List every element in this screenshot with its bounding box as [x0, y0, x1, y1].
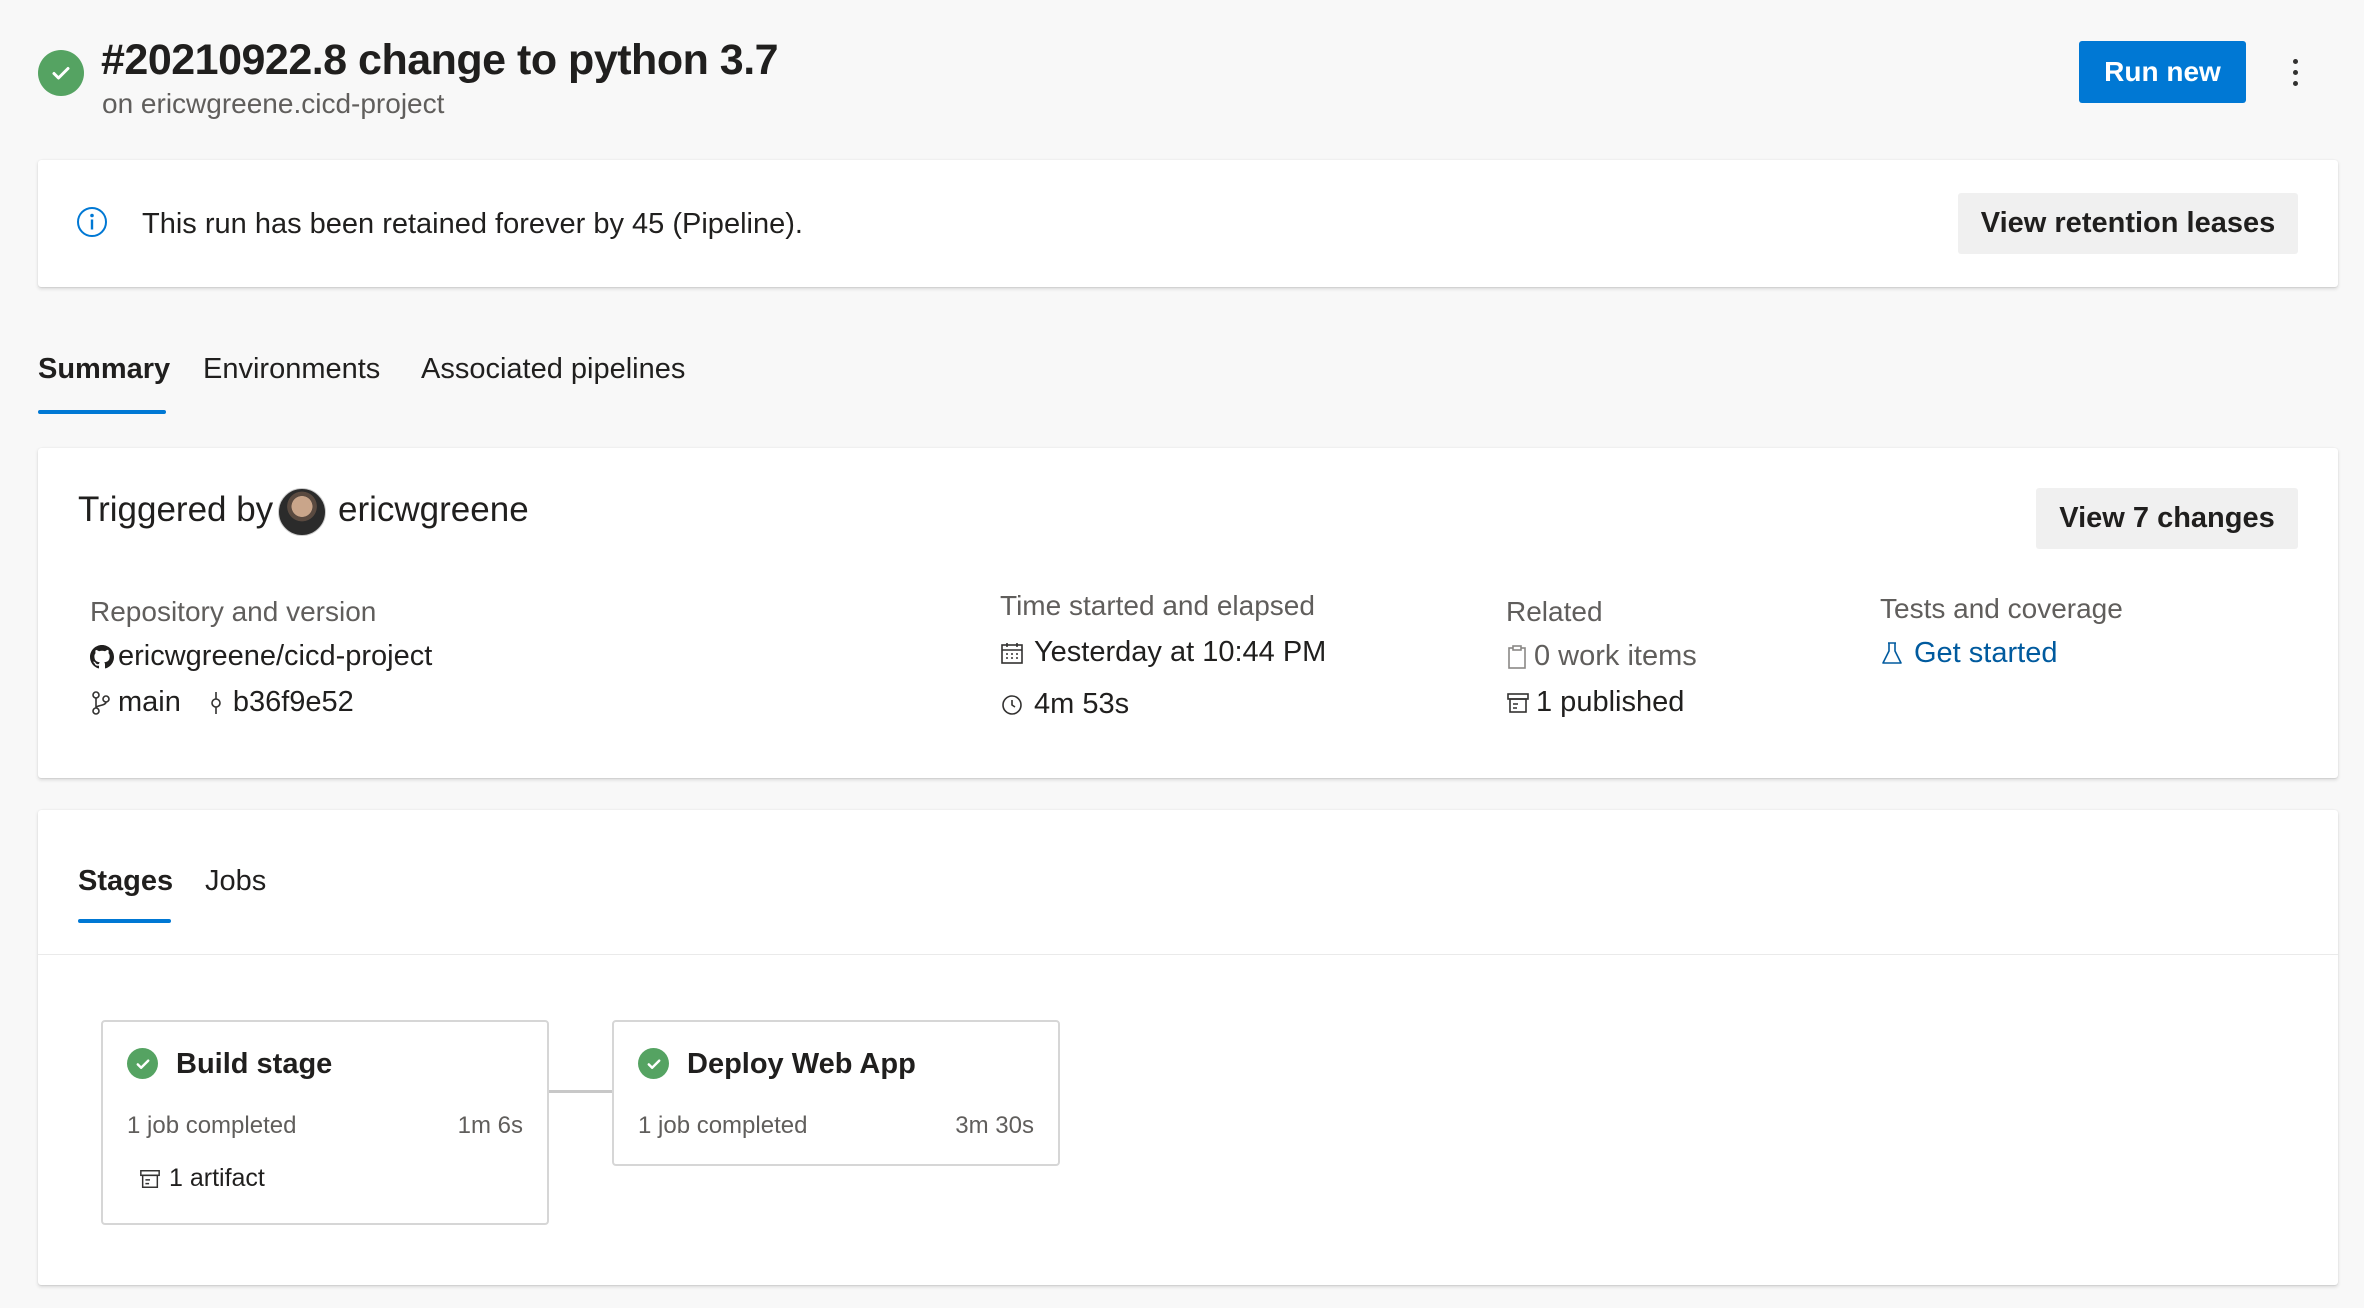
time-started: Yesterday at 10:44 PM	[1034, 636, 1327, 668]
run-new-button[interactable]: Run new	[2079, 41, 2246, 103]
work-items: 0 work items	[1534, 640, 1697, 672]
tab-environments[interactable]: Environments	[203, 353, 380, 386]
commit-icon	[209, 690, 223, 716]
stage-card-deploy[interactable]: Deploy Web App 1 job completed 3m 30s	[612, 1020, 1060, 1166]
related-label: Related	[1506, 596, 1603, 627]
calendar-icon	[1000, 641, 1024, 665]
tab-stages[interactable]: Stages	[78, 865, 173, 898]
commit-hash[interactable]: b36f9e52	[233, 686, 354, 719]
stage-success-icon	[127, 1048, 158, 1079]
time-elapsed-row: 4m 53s	[1000, 688, 1129, 721]
artifact-icon	[1506, 691, 1530, 715]
stage-jobs: 1 job completed	[638, 1112, 808, 1139]
stage-duration: 1m 6s	[457, 1112, 523, 1139]
stage-duration: 3m 30s	[955, 1112, 1034, 1139]
stage-jobs: 1 job completed	[127, 1112, 297, 1139]
tests-row[interactable]: Get started	[1880, 637, 2057, 670]
repository-link[interactable]: ericwgreene/cicd-project	[118, 640, 432, 673]
retention-banner: This run has been retained forever by 45…	[38, 160, 2338, 287]
work-items-row: 0 work items	[1506, 640, 1697, 673]
github-icon	[90, 644, 114, 669]
view-changes-button[interactable]: View 7 changes	[2036, 488, 2298, 549]
more-actions-icon[interactable]	[2280, 50, 2310, 94]
tab-summary[interactable]: Summary	[38, 353, 170, 386]
stage-artifact-row[interactable]: 1 artifact	[139, 1164, 265, 1193]
branch-row: main b36f9e52	[90, 686, 354, 719]
branch-icon	[90, 690, 112, 716]
time-elapsed: 4m 53s	[1034, 688, 1130, 720]
published-link[interactable]: 1 published	[1536, 686, 1684, 719]
tests-label: Tests and coverage	[1880, 593, 2123, 624]
clipboard-icon	[1506, 644, 1528, 670]
published-row: 1 published	[1506, 686, 1684, 719]
stage-artifact: 1 artifact	[169, 1164, 265, 1192]
repository-label: Repository and version	[90, 596, 377, 627]
run-status-success-icon	[38, 50, 84, 96]
repository-row: ericwgreene/cicd-project	[90, 640, 432, 673]
run-title: #20210922.8 change to python 3.7	[101, 36, 779, 84]
stages-divider	[38, 954, 2338, 955]
artifact-icon	[139, 1168, 161, 1190]
branch-name[interactable]: main	[118, 686, 181, 719]
time-started-row: Yesterday at 10:44 PM	[1000, 636, 1326, 669]
tab-summary-underline	[38, 410, 166, 414]
tab-jobs[interactable]: Jobs	[205, 865, 266, 898]
run-subtitle[interactable]: on ericwgreene.cicd-project	[102, 88, 444, 120]
stage-name: Build stage	[176, 1048, 333, 1080]
clock-icon	[1000, 693, 1024, 717]
triggered-by-label: Triggered by	[78, 490, 274, 529]
summary-card: Triggered by ericwgreene View 7 changes …	[38, 448, 2338, 778]
view-retention-leases-button[interactable]: View retention leases	[1958, 193, 2298, 254]
tab-stages-underline	[78, 919, 171, 923]
get-started-link[interactable]: Get started	[1914, 637, 2057, 670]
beaker-icon	[1880, 641, 1904, 667]
stage-success-icon	[638, 1048, 669, 1079]
time-label: Time started and elapsed	[1000, 590, 1315, 621]
triggered-by-user[interactable]: ericwgreene	[338, 490, 529, 530]
retention-message: This run has been retained forever by 45…	[142, 208, 803, 240]
stage-card-build[interactable]: Build stage 1 job completed 1m 6s 1 arti…	[101, 1020, 549, 1225]
stage-name: Deploy Web App	[687, 1048, 916, 1080]
tab-associated-pipelines[interactable]: Associated pipelines	[421, 353, 685, 386]
stages-card: Stages Jobs Build stage 1 job completed …	[38, 810, 2338, 1285]
stage-connector	[549, 1090, 612, 1093]
avatar[interactable]	[278, 488, 326, 536]
info-icon	[76, 206, 108, 238]
